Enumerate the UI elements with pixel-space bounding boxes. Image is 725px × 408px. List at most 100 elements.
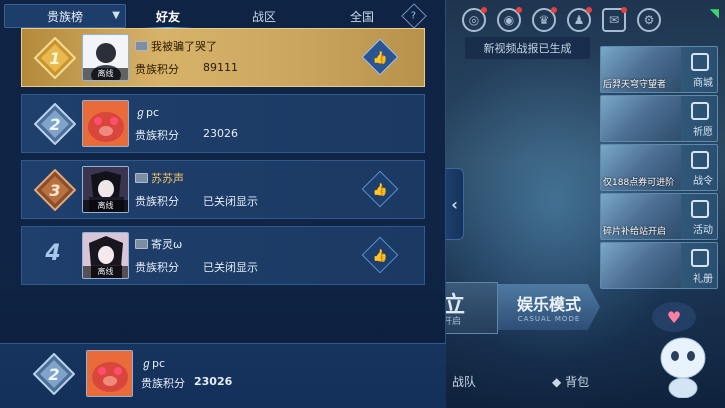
bottom-tab-bag-label: 背包 — [565, 375, 590, 389]
avatar[interactable]: 离线 — [82, 166, 129, 213]
leaderboard-panel: 贵族榜 ▼ 好友 战区 全国 ? 1 离线 我被骗了哭了 贵族积分 89111 … — [0, 0, 446, 408]
list-item[interactable]: 4 离线 寄灵ω 贵族积分 已关闭显示 👍 — [21, 226, 425, 285]
promo-caption: 仅188点券可进阶 — [603, 178, 675, 188]
avatar-image — [83, 101, 128, 146]
rank-number: 4 — [45, 241, 61, 266]
score-label: 贵族积分 — [135, 195, 179, 208]
player-name: 寄灵ω — [135, 236, 182, 252]
side-item-label: 祈愿 — [693, 127, 713, 138]
tab-national[interactable]: 全国 — [322, 4, 402, 28]
player-name: 我被骗了哭了 — [135, 38, 217, 54]
side-item-label: 战令 — [693, 176, 713, 187]
side-item-shop[interactable]: 后羿天穹守望者 商城 — [600, 46, 718, 93]
side-item-battlepass[interactable]: 仅188点券可进阶 战令 — [600, 144, 718, 191]
like-icon: 👍 — [372, 247, 388, 262]
noble-badge-icon — [135, 173, 148, 183]
side-item-gift-book[interactable]: 礼册 — [600, 242, 718, 289]
score-value: 89111 — [203, 61, 238, 74]
tab-friends[interactable]: 好友 — [128, 4, 208, 30]
ranked-mode-button[interactable]: 立 开启 — [440, 282, 498, 334]
promo-thumbnail — [601, 96, 681, 141]
like-button[interactable]: 👍 — [361, 38, 399, 76]
leaderboard-tabbar: 贵族榜 ▼ 好友 战区 全国 ? — [0, 3, 446, 30]
side-item-events[interactable]: 碎片补给站开启 活动 — [600, 193, 718, 240]
bag-icon: ◆ — [552, 375, 562, 389]
player-name: ℊpc — [141, 355, 165, 371]
rank-badge-silver-icon: 2 — [34, 103, 76, 145]
mode-button-title: 娱乐模式 — [516, 295, 581, 314]
player-name-text: ℊpc — [135, 106, 160, 119]
eye-icon[interactable]: ◉ — [497, 7, 522, 32]
score-value: 23026 — [194, 375, 233, 388]
rank-number: 2 — [48, 365, 59, 384]
promo-thumbnail — [601, 243, 681, 288]
avatar[interactable] — [86, 350, 133, 397]
offline-label: 离线 — [83, 200, 128, 212]
player-name: ℊpc — [135, 104, 159, 120]
battlepass-icon — [691, 151, 709, 169]
avatar[interactable]: 离线 — [82, 232, 129, 279]
casual-mode-button[interactable]: 娱乐模式 CASUAL MODE — [498, 284, 600, 330]
list-item[interactable]: 1 离线 我被骗了哭了 贵族积分 89111 👍 — [21, 28, 425, 87]
mail-icon[interactable]: ✉ — [602, 7, 627, 32]
collapse-arrow-icon[interactable]: ‹ — [446, 168, 464, 240]
rank-number: 1 — [49, 49, 60, 68]
rank-badge-bronze-icon: 3 — [34, 169, 76, 211]
player-name-text: 寄灵ω — [151, 238, 183, 251]
score-label: 贵族积分 — [135, 63, 179, 76]
wish-icon — [691, 102, 709, 120]
rank-number: 3 — [49, 181, 60, 200]
rank-badge-gold-icon: 1 — [34, 37, 76, 79]
leaderboard-type-dropdown[interactable]: 贵族榜 ▼ — [4, 4, 126, 28]
side-item-label: 商城 — [693, 78, 713, 89]
my-ranking-bar: 2 ℊpc 贵族积分 23026 — [0, 343, 446, 408]
bottom-tab-team[interactable]: 战队 — [452, 373, 476, 390]
avatar[interactable] — [82, 100, 129, 147]
avatar[interactable]: 离线 — [82, 34, 129, 81]
wifi-icon: ◥ — [709, 6, 719, 20]
rank-badge-silver-icon: 2 — [33, 353, 75, 395]
shop-icon — [691, 53, 709, 71]
score-value: 已关闭显示 — [203, 261, 258, 274]
like-button[interactable]: 👍 — [361, 236, 399, 274]
promo-caption: 碎片补给站开启 — [603, 227, 667, 237]
like-icon: 👍 — [372, 181, 388, 196]
settings-icon[interactable]: ⚙ — [637, 8, 661, 32]
noble-badge-icon — [135, 239, 148, 249]
player-name-text: 苏苏声 — [151, 172, 184, 185]
side-item-label: 礼册 — [693, 274, 713, 285]
leaderboard-list: 1 离线 我被骗了哭了 贵族积分 89111 👍 2 ℊpc 贵族积分 2302… — [21, 28, 425, 292]
bottom-tab-bag[interactable]: ◆ 背包 — [552, 373, 589, 390]
side-item-wish[interactable]: 祈愿 — [600, 95, 718, 142]
score-label: 贵族积分 — [135, 261, 179, 274]
player-name: 苏苏声 — [135, 170, 184, 186]
avatar-image — [87, 351, 132, 396]
dropdown-label: 贵族榜 — [46, 9, 83, 24]
top-icon-bar: ◎ ◉ ♛ ♟ ✉ ⚙ — [462, 7, 661, 32]
mode-button-subtitle: CASUAL MODE — [517, 315, 581, 323]
gift-book-icon — [691, 249, 709, 267]
record-icon[interactable]: ◎ — [462, 7, 487, 32]
video-report-toast: 新视频战报已生成 — [465, 37, 590, 59]
list-item[interactable]: 2 ℊpc 贵族积分 23026 — [21, 94, 425, 153]
side-item-label: 活动 — [693, 225, 713, 236]
like-icon: 👍 — [372, 49, 388, 64]
player-name-text: 我被骗了哭了 — [151, 40, 217, 53]
offline-label: 离线 — [83, 266, 128, 278]
help-icon[interactable]: ? — [401, 3, 427, 29]
list-item[interactable]: 3 离线 苏苏声 贵族积分 已关闭显示 👍 — [21, 160, 425, 219]
trophy-icon[interactable]: ♛ — [532, 7, 557, 32]
tab-region[interactable]: 战区 — [224, 4, 304, 28]
offline-label: 离线 — [83, 68, 128, 80]
score-value: 23026 — [203, 127, 238, 140]
like-button[interactable]: 👍 — [361, 170, 399, 208]
promo-caption: 后羿天穹守望者 — [603, 80, 667, 90]
score-label: 贵族积分 — [135, 129, 179, 142]
score-label: 贵族积分 — [141, 377, 185, 390]
score-value: 已关闭显示 — [203, 195, 258, 208]
events-icon — [691, 200, 709, 218]
mascot-assistant[interactable] — [655, 328, 711, 398]
noble-badge-icon — [135, 41, 148, 51]
friends-icon[interactable]: ♟ — [567, 7, 592, 32]
side-menu: 后羿天穹守望者 商城 祈愿 仅188点券可进阶 战令 碎片补给站开启 活动 礼册 — [600, 46, 718, 291]
